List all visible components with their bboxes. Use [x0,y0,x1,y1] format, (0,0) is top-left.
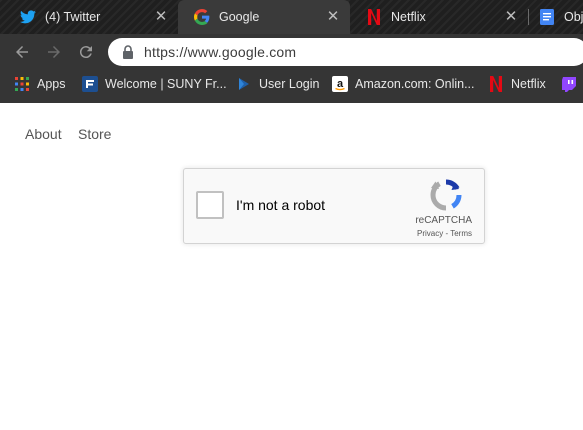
tab-google[interactable]: Google ✕ [178,0,350,34]
about-link[interactable]: About [25,126,62,142]
bookmark-user-login[interactable]: User Login [236,70,319,98]
bookmark-label: Netflix [511,77,546,91]
bookmark-netflix[interactable]: Netflix [488,70,546,98]
apps-grid-icon [14,76,30,92]
recaptcha-terms-link[interactable]: Terms [450,229,472,238]
google-icon [194,9,210,25]
bookmark-twitch[interactable] [561,70,583,98]
reload-icon[interactable] [75,41,97,63]
url-text: https://www.google.com [144,44,297,60]
bookmark-label: Welcome | SUNY Fr... [105,77,227,91]
close-tab-icon[interactable]: ✕ [326,9,340,24]
store-link[interactable]: Store [78,126,111,142]
docs-icon [539,9,555,25]
recaptcha-checkbox[interactable] [196,191,224,219]
close-tab-icon[interactable]: ✕ [154,9,168,24]
bookmark-suny[interactable]: Welcome | SUNY Fr... [82,70,227,98]
netflix-icon [366,9,382,25]
twitter-icon [20,9,36,25]
tab-twitter[interactable]: (4) Twitter ✕ [0,0,178,34]
tab-strip: (4) Twitter ✕ Google ✕ Netflix ✕ Obj [0,0,583,34]
netflix-icon [488,76,504,92]
tab-title: (4) Twitter [45,10,101,24]
tab-docs[interactable]: Obj [529,0,583,34]
recaptcha-logo-icon [430,179,462,211]
bookmark-label: Amazon.com: Onlin... [355,77,475,91]
bookmark-label: User Login [259,77,320,91]
close-tab-icon[interactable]: ✕ [504,9,518,24]
bookmark-apps[interactable]: Apps [14,70,66,98]
bookmarks-bar: Apps Welcome | SUNY Fr... User Login a A… [0,70,583,103]
back-arrow-icon[interactable] [11,41,33,63]
tab-title: Netflix [391,10,426,24]
bookmark-amazon[interactable]: a Amazon.com: Onlin... [332,70,475,98]
forward-arrow-icon[interactable] [43,41,65,63]
recaptcha-widget: I'm not a robot reCAPTCHA Privacy - Term… [183,168,485,244]
amazon-icon: a [332,76,348,92]
recaptcha-links: Privacy - Terms [417,229,472,238]
lock-icon [122,45,134,59]
recaptcha-privacy-link[interactable]: Privacy [417,229,443,238]
user-login-icon [236,76,252,92]
recaptcha-label: I'm not a robot [236,197,326,213]
bookmark-label: Apps [37,77,66,91]
tab-title: Obj [564,10,583,24]
address-bar[interactable]: https://www.google.com [108,38,583,66]
recaptcha-brand: reCAPTCHA [415,215,472,226]
tab-title: Google [219,10,260,24]
tab-netflix[interactable]: Netflix ✕ [350,0,528,34]
suny-icon [82,76,98,92]
twitch-icon [561,76,577,92]
svg-text:a: a [337,78,344,90]
browser-toolbar: https://www.google.com [0,34,583,70]
